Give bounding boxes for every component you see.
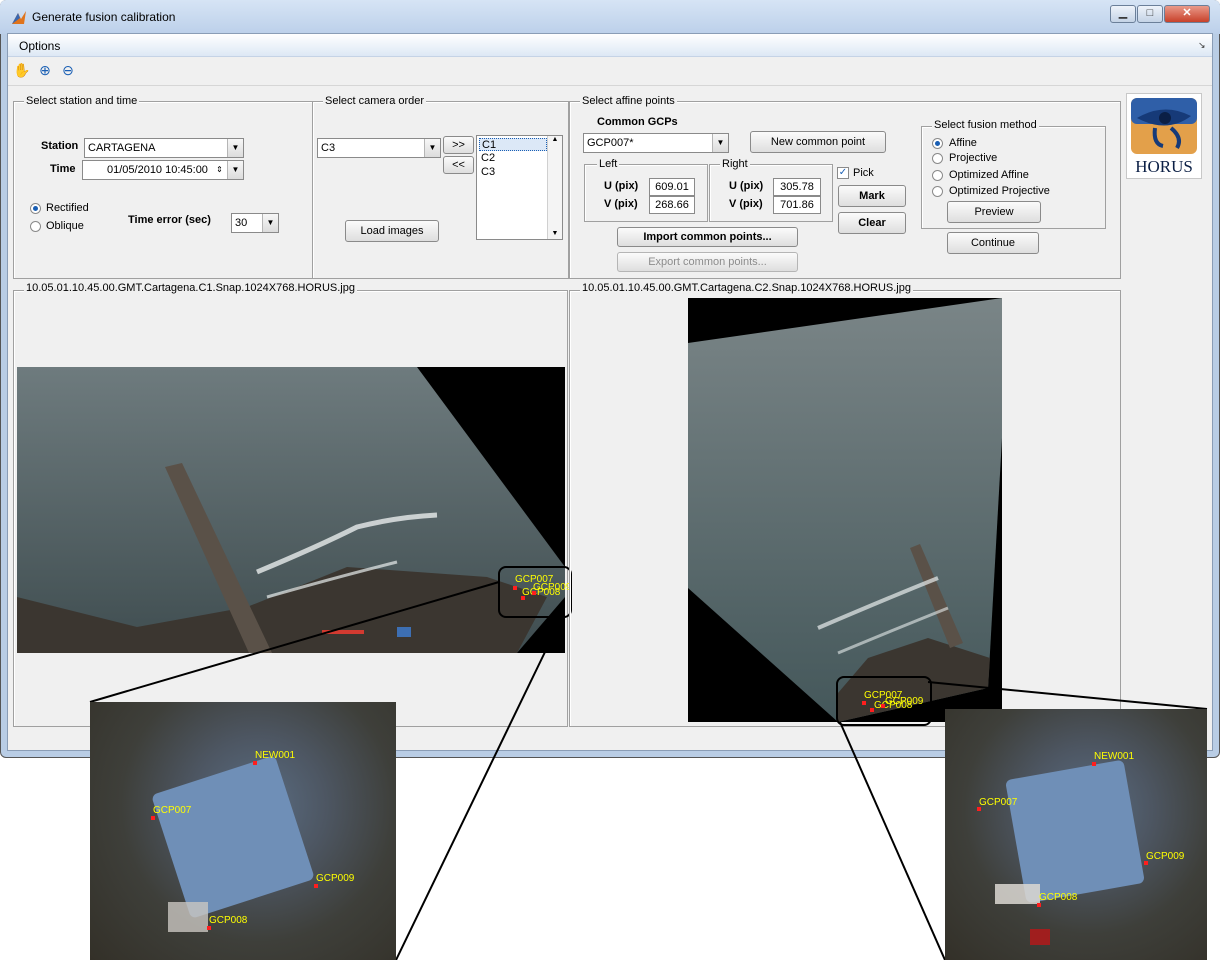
marker-dot[interactable] (253, 761, 257, 765)
zoom-red-object (1030, 929, 1050, 945)
marker-label: GCP009 (1146, 851, 1185, 862)
marker-dot[interactable] (977, 807, 981, 811)
marker-label: GCP007 (979, 797, 1018, 808)
marker-dot[interactable] (207, 926, 211, 930)
marker-dot[interactable] (314, 884, 318, 888)
zoom-highlight (995, 884, 1040, 904)
marker-dot[interactable] (1144, 861, 1148, 865)
marker-label: GCP008 (209, 915, 248, 926)
marker-label: GCP009 (316, 873, 355, 884)
right-zoom-inset (945, 709, 1207, 960)
marker-label: NEW001 (1094, 751, 1135, 762)
zoom-highlight (168, 902, 208, 932)
zoom-object (151, 755, 315, 919)
marker-label: GCP008 (1039, 892, 1078, 903)
marker-label: GCP007 (153, 805, 192, 816)
zoom-object (1005, 759, 1145, 904)
marker-label: NEW001 (255, 750, 296, 761)
marker-dot[interactable] (1092, 762, 1096, 766)
marker-dot[interactable] (1037, 903, 1041, 907)
marker-dot[interactable] (151, 816, 155, 820)
